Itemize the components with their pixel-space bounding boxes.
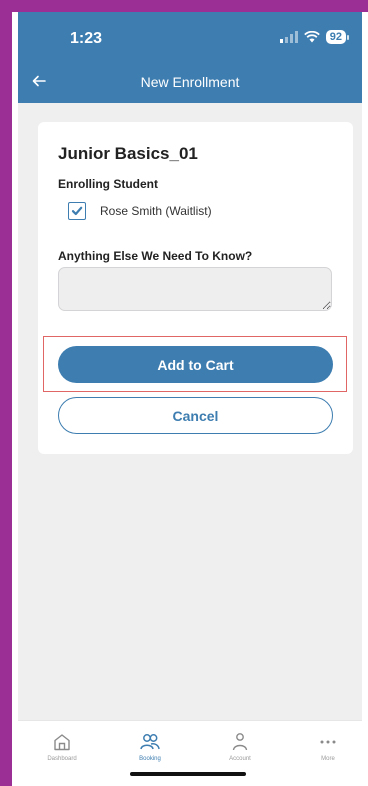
student-name: Rose Smith (Waitlist) (100, 204, 212, 218)
app-screen: 1:23 92 New Enrollment Junior Basics_01 … (18, 12, 362, 786)
frame-border-top (0, 0, 368, 12)
tab-dashboard[interactable]: Dashboard (32, 731, 92, 762)
notes-label: Anything Else We Need To Know? (58, 249, 253, 263)
cancel-button[interactable]: Cancel (58, 397, 333, 434)
status-time: 1:23 (70, 30, 103, 47)
notes-field[interactable] (58, 267, 332, 311)
tab-more[interactable]: More (298, 731, 358, 762)
tab-booking[interactable]: Booking (120, 731, 180, 762)
tab-dashboard-label: Dashboard (47, 756, 77, 762)
status-icons: 92 (279, 30, 350, 44)
enrolling-student-label: Enrolling Student (58, 177, 158, 191)
add-to-cart-button[interactable]: Add to Cart (58, 346, 333, 383)
student-checkbox[interactable] (68, 202, 86, 220)
signal-icon (279, 31, 298, 43)
wifi-icon (303, 31, 320, 43)
battery-icon: 92 (325, 30, 350, 44)
people-icon (140, 734, 160, 750)
tab-bar: Dashboard Booking Account More (18, 720, 362, 786)
home-icon (54, 734, 70, 751)
student-row[interactable]: Rose Smith (Waitlist) (68, 202, 212, 220)
home-indicator (130, 772, 246, 776)
frame-border-left (0, 0, 12, 786)
app-header: 1:23 92 New Enrollment (18, 12, 362, 103)
tab-account-label: Account (229, 756, 251, 762)
tab-more-label: More (321, 756, 335, 762)
class-title: Junior Basics_01 (58, 144, 198, 163)
person-icon (232, 733, 248, 751)
tab-account[interactable]: Account (210, 731, 270, 762)
tab-booking-label: Booking (139, 756, 161, 762)
enrollment-card: Junior Basics_01 Enrolling Student Rose … (38, 122, 353, 454)
check-icon (71, 206, 83, 216)
page-title: New Enrollment (140, 74, 240, 90)
more-icon (320, 740, 336, 744)
